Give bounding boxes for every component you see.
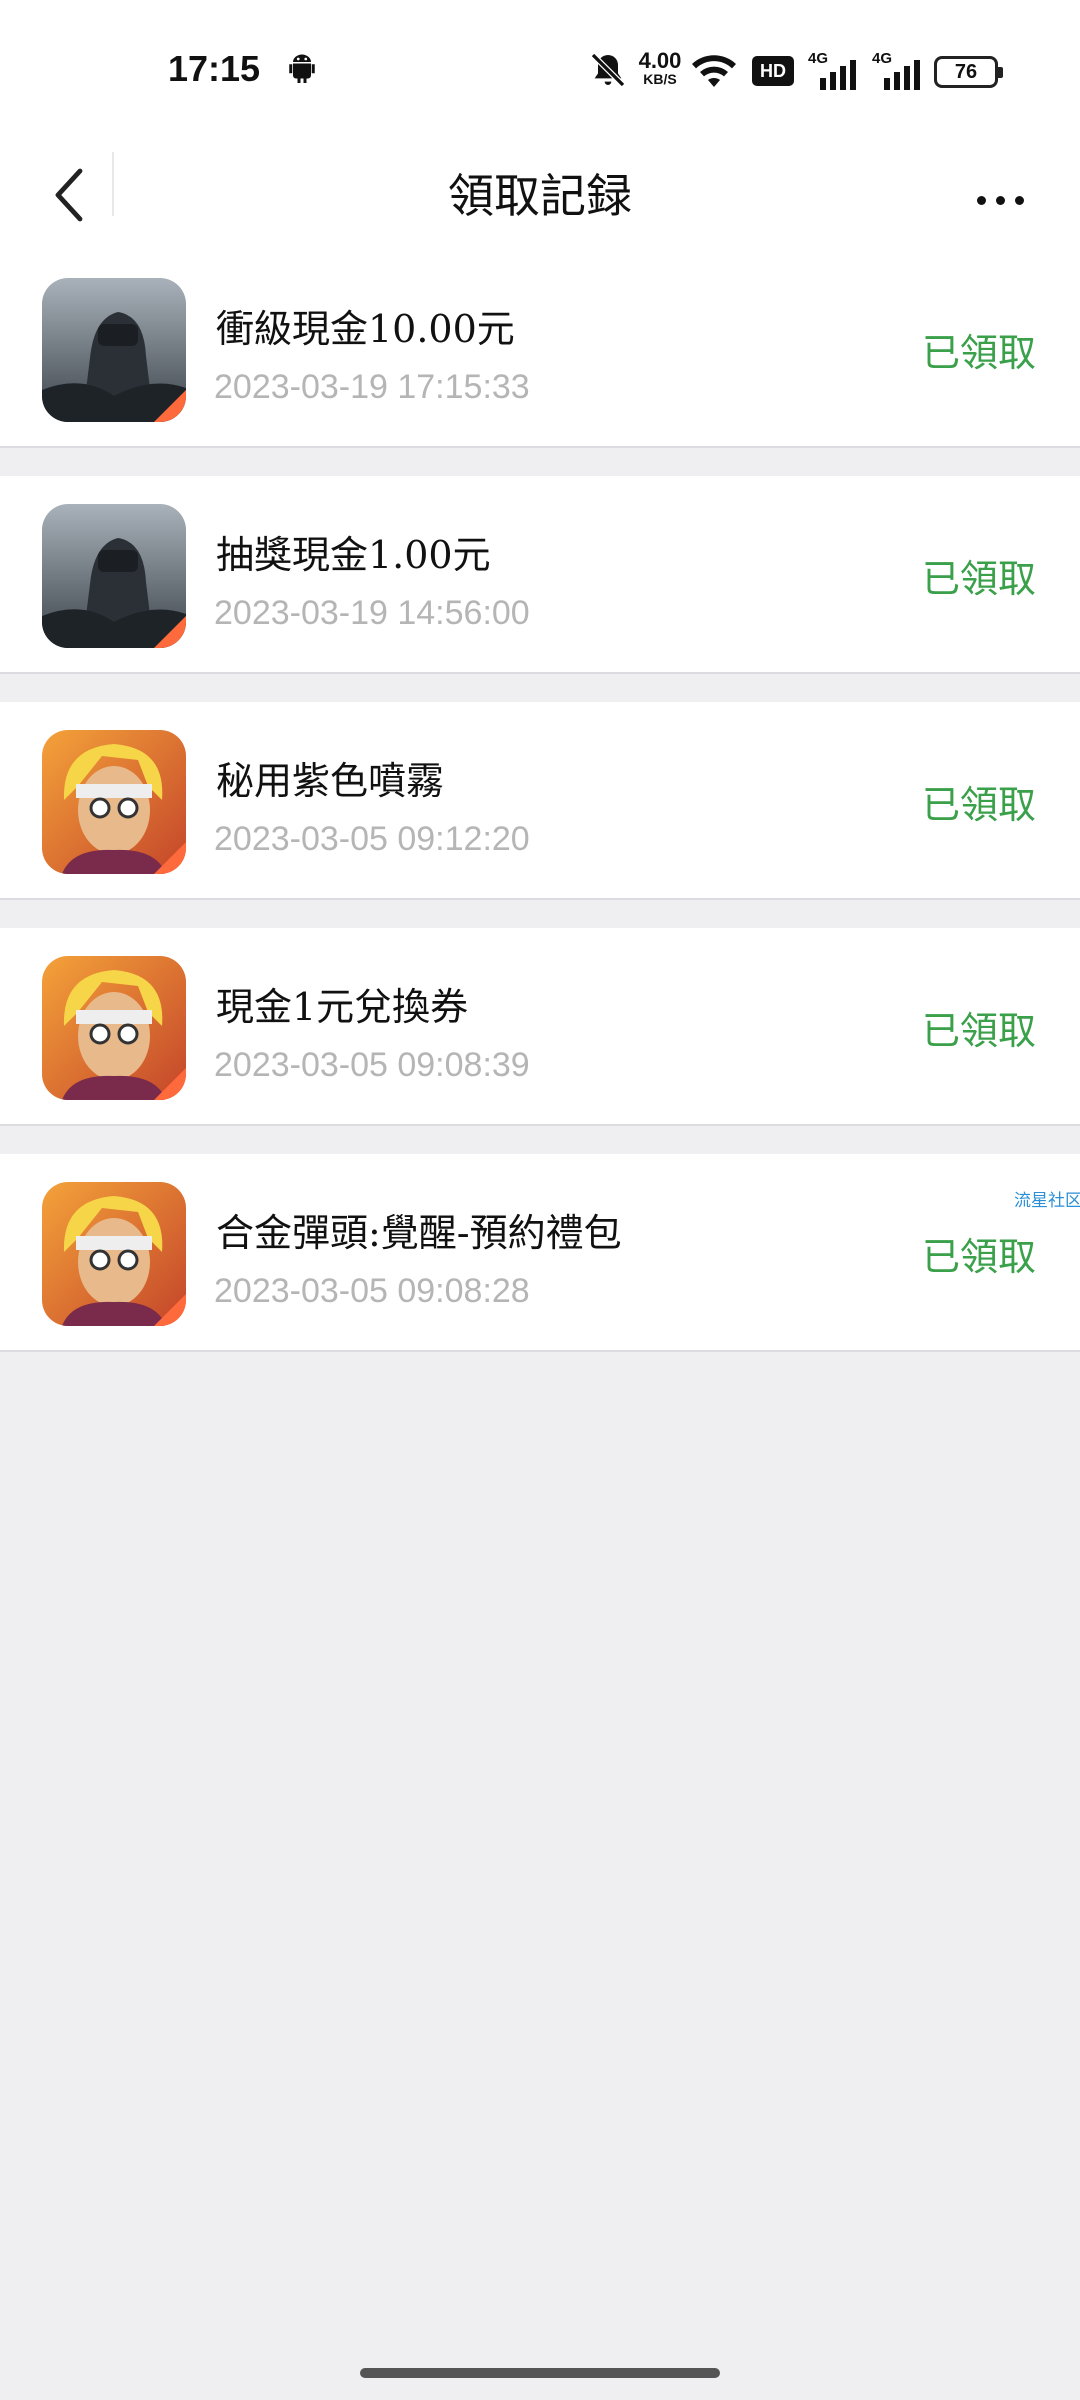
blonde-hero-game-icon bbox=[42, 1182, 186, 1326]
android-icon bbox=[289, 54, 315, 83]
soldier-game-icon bbox=[42, 278, 186, 422]
blonde-hero-game-icon bbox=[42, 956, 186, 1100]
blonde-hero-game-icon bbox=[42, 730, 186, 874]
status-time: 17:15 bbox=[168, 48, 261, 89]
signal-icon: 4G bbox=[872, 50, 922, 90]
record-title: 現金1元兌換券 bbox=[216, 985, 469, 1029]
dot bbox=[1014, 195, 1024, 205]
record-status: 已領取 bbox=[922, 1009, 1037, 1053]
more-dots-icon[interactable] bbox=[960, 170, 1040, 230]
community-tag[interactable]: 流星社区 bbox=[1014, 1186, 1080, 1211]
dot bbox=[995, 195, 1005, 205]
list-item[interactable]: 秘用紫色噴霧 2023-03-05 09:12:20 已領取 bbox=[0, 702, 1080, 900]
hd-badge: HD bbox=[752, 56, 794, 86]
net-speed-unit: KB/S bbox=[643, 71, 677, 87]
record-time: 2023-03-05 09:08:28 bbox=[214, 1272, 530, 1310]
record-title: 衝級現金10.00元 bbox=[216, 307, 515, 351]
signal-icon: 4G bbox=[808, 50, 858, 90]
bell-muted-icon bbox=[590, 52, 626, 88]
home-indicator[interactable] bbox=[360, 2368, 720, 2378]
record-status: 已領取 bbox=[922, 1235, 1037, 1279]
signal-bars-icon bbox=[820, 60, 856, 90]
record-time: 2023-03-05 09:08:39 bbox=[214, 1046, 530, 1084]
net-speed-value: 4.00 bbox=[638, 48, 682, 73]
battery-icon: 76 bbox=[934, 56, 1003, 88]
record-time: 2023-03-19 17:15:33 bbox=[214, 368, 530, 406]
record-status: 已領取 bbox=[922, 557, 1037, 601]
screen: 17:15 4.00 KB/S HD 4G 4G 76 領取記録 衝級現金10.… bbox=[0, 0, 1080, 2400]
list-item[interactable]: 現金1元兌換券 2023-03-05 09:08:39 已領取 bbox=[0, 928, 1080, 1126]
record-time: 2023-03-05 09:12:20 bbox=[214, 820, 530, 858]
page-title: 領取記録 bbox=[448, 169, 632, 223]
record-time: 2023-03-19 14:56:00 bbox=[214, 594, 530, 632]
nav-bar: 領取記録 bbox=[0, 140, 1080, 250]
net-speed: 4.00 KB/S bbox=[632, 48, 688, 87]
dot bbox=[976, 195, 986, 205]
record-title: 抽獎現金1.00元 bbox=[216, 533, 491, 577]
wifi-icon bbox=[692, 55, 736, 87]
soldier-game-icon bbox=[42, 504, 186, 648]
record-title: 秘用紫色噴霧 bbox=[216, 759, 445, 803]
signal-bars-icon bbox=[884, 60, 920, 90]
record-title: 合金彈頭:覺醒-預約禮包 bbox=[216, 1211, 622, 1255]
record-status: 已領取 bbox=[922, 783, 1037, 827]
list-item[interactable]: 抽獎現金1.00元 2023-03-19 14:56:00 已領取 bbox=[0, 476, 1080, 674]
list-item[interactable]: 合金彈頭:覺醒-預約禮包 2023-03-05 09:08:28 已領取 流星社… bbox=[0, 1154, 1080, 1352]
record-status: 已領取 bbox=[922, 331, 1037, 375]
status-bar: 17:15 4.00 KB/S HD 4G 4G 76 bbox=[0, 0, 1080, 140]
list-item[interactable]: 衝級現金10.00元 2023-03-19 17:15:33 已領取 bbox=[0, 250, 1080, 448]
